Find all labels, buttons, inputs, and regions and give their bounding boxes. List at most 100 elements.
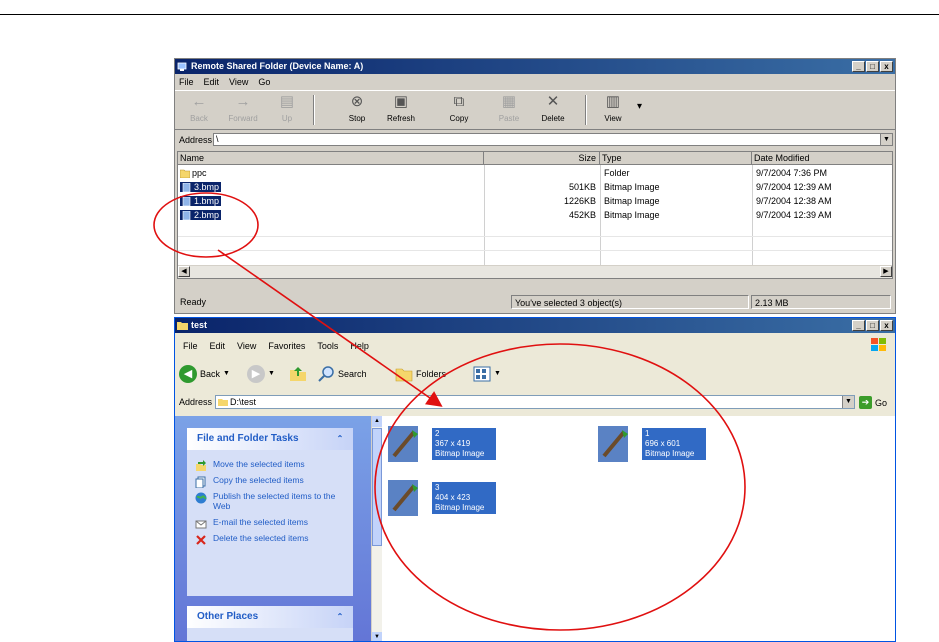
- list-item[interactable]: 1 696 x 601 Bitmap Image: [596, 424, 736, 464]
- column-header-type[interactable]: Type: [600, 152, 752, 165]
- go-arrow-icon: ➔: [859, 396, 872, 409]
- list-item[interactable]: 3 404 x 423 Bitmap Image: [386, 478, 526, 518]
- file-size: 501KB: [568, 182, 596, 192]
- views-button[interactable]: ▼: [473, 364, 501, 384]
- file-date: 9/7/2004 7:36 PM: [756, 168, 828, 178]
- refresh-icon: ▣: [393, 93, 409, 110]
- file-name: 1.bmp: [194, 196, 220, 206]
- chevron-down-icon[interactable]: ▼: [223, 364, 230, 384]
- menu-favorites[interactable]: Favorites: [268, 334, 305, 358]
- task-delete[interactable]: Delete the selected items: [187, 530, 353, 546]
- maximize-button[interactable]: □: [866, 61, 879, 72]
- address-input[interactable]: D:\test ▼: [215, 395, 855, 409]
- toolbar: ◀ Back ▼ ▶ ▼ Search Folders ▼: [175, 360, 895, 388]
- bitmap-image-icon: [388, 426, 418, 462]
- status-selection: You've selected 3 object(s): [511, 295, 749, 309]
- back-button[interactable]: ◀ Back ▼: [179, 364, 230, 384]
- back-button[interactable]: ← Back: [179, 93, 219, 123]
- list-item[interactable]: 2.bmp 452KB Bitmap Image 9/7/2004 12:39 …: [178, 208, 892, 222]
- device-icon: [177, 62, 187, 71]
- menu-tools[interactable]: Tools: [317, 334, 338, 358]
- menu-file[interactable]: File: [183, 334, 198, 358]
- file-type: Bitmap Image: [604, 210, 660, 220]
- folder-up-icon: ▤: [279, 93, 295, 110]
- task-section-header[interactable]: File and Folder Tasks ⌃: [187, 428, 353, 450]
- column-header-date[interactable]: Date Modified: [752, 152, 892, 165]
- window-title: test: [191, 320, 208, 330]
- maximize-button[interactable]: □: [866, 320, 879, 331]
- up-button[interactable]: ▤ Up: [267, 93, 307, 123]
- file-type: Folder: [604, 168, 630, 178]
- list-item[interactable]: 2 367 x 419 Bitmap Image: [386, 424, 526, 464]
- stop-button[interactable]: ⊗ Stop: [337, 93, 377, 123]
- address-bar: Address D:\test ▼ ➔ Go: [175, 392, 895, 412]
- task-copy[interactable]: Copy the selected items: [187, 472, 353, 488]
- task-section-header[interactable]: Other Places ⌃: [187, 606, 353, 628]
- bitmap-file-icon: [182, 183, 191, 193]
- chevron-down-icon[interactable]: ▼: [268, 364, 275, 384]
- scroll-down-icon[interactable]: ▼: [372, 632, 382, 641]
- chevron-down-icon[interactable]: ▼: [880, 134, 892, 145]
- menu-bar: File Edit View Favorites Tools Help: [175, 334, 895, 358]
- horizontal-scrollbar[interactable]: ◀ ▶: [178, 265, 892, 278]
- menu-go[interactable]: Go: [258, 75, 270, 89]
- address-input[interactable]: \ ▼: [213, 133, 893, 146]
- scroll-left-icon[interactable]: ◀: [178, 266, 190, 277]
- delete-x-icon: [196, 535, 206, 545]
- close-button[interactable]: x: [880, 320, 893, 331]
- up-folder-button[interactable]: [289, 364, 307, 384]
- vertical-scrollbar[interactable]: ▲ ▼: [371, 416, 382, 641]
- forward-button[interactable]: ▶ ▼: [247, 364, 275, 384]
- scroll-up-icon[interactable]: ▲: [372, 416, 382, 427]
- collapse-chevron-icon[interactable]: ⌃: [335, 434, 345, 444]
- file-name: 3.bmp: [194, 182, 220, 192]
- scrollbar-thumb[interactable]: [372, 428, 382, 546]
- file-name: 2.bmp: [194, 210, 220, 220]
- go-button[interactable]: ➔ Go: [859, 396, 887, 409]
- folders-button[interactable]: Folders: [395, 364, 446, 384]
- thumbnail-type: Bitmap Image: [435, 449, 485, 458]
- task-move[interactable]: Move the selected items: [187, 456, 353, 472]
- menu-view[interactable]: View: [237, 334, 256, 358]
- column-header-size[interactable]: Size: [484, 152, 600, 165]
- column-header-name[interactable]: Name: [178, 152, 484, 165]
- menu-file[interactable]: File: [179, 75, 194, 89]
- task-publish[interactable]: Publish the selected items to the Web: [187, 488, 353, 514]
- refresh-button[interactable]: ▣ Refresh: [381, 93, 421, 123]
- row-divider: [178, 236, 892, 237]
- menu-edit[interactable]: Edit: [210, 334, 226, 358]
- collapse-chevron-icon[interactable]: ⌃: [335, 612, 345, 622]
- list-item[interactable]: 3.bmp 501KB Bitmap Image 9/7/2004 12:39 …: [178, 180, 892, 194]
- minimize-button[interactable]: _: [852, 320, 865, 331]
- other-places-section: Other Places ⌃: [187, 606, 353, 641]
- menu-view[interactable]: View: [229, 75, 248, 89]
- list-item[interactable]: ppc Folder 9/7/2004 7:36 PM: [178, 166, 892, 180]
- view-dropdown-arrow-icon[interactable]: ▾: [637, 101, 642, 112]
- thumbnail-name: 2: [435, 429, 440, 438]
- title-bar[interactable]: Remote Shared Folder (Device Name: A) _ …: [175, 59, 895, 74]
- file-name: ppc: [192, 168, 207, 178]
- title-bar[interactable]: test _ □ x: [175, 318, 895, 333]
- menu-bar: File Edit View Go: [175, 75, 895, 89]
- delete-button[interactable]: ✕ Delete: [533, 93, 573, 123]
- forward-button[interactable]: → Forward: [223, 93, 263, 123]
- task-email[interactable]: E-mail the selected items: [187, 514, 353, 530]
- task-pane: File and Folder Tasks ⌃ Move the selecte…: [175, 416, 371, 641]
- minimize-button[interactable]: _: [852, 61, 865, 72]
- paste-button[interactable]: ▦ Paste: [489, 93, 529, 123]
- file-size: 1226KB: [563, 196, 596, 206]
- scroll-right-icon[interactable]: ▶: [880, 266, 892, 277]
- close-button[interactable]: x: [880, 61, 893, 72]
- menu-edit[interactable]: Edit: [204, 75, 220, 89]
- file-type: Bitmap Image: [604, 182, 660, 192]
- address-value: D:\test: [230, 397, 257, 407]
- chevron-down-icon[interactable]: ▼: [494, 364, 501, 384]
- list-item[interactable]: 1.bmp 1226KB Bitmap Image 9/7/2004 12:38…: [178, 194, 892, 208]
- view-button[interactable]: ▥ View: [593, 93, 633, 123]
- copy-button[interactable]: ⧉ Copy: [439, 93, 479, 123]
- file-date: 9/7/2004 12:39 AM: [756, 182, 832, 192]
- chevron-down-icon[interactable]: ▼: [842, 396, 854, 408]
- file-date: 9/7/2004 12:39 AM: [756, 210, 832, 220]
- search-button[interactable]: Search: [317, 364, 367, 384]
- menu-help[interactable]: Help: [350, 334, 369, 358]
